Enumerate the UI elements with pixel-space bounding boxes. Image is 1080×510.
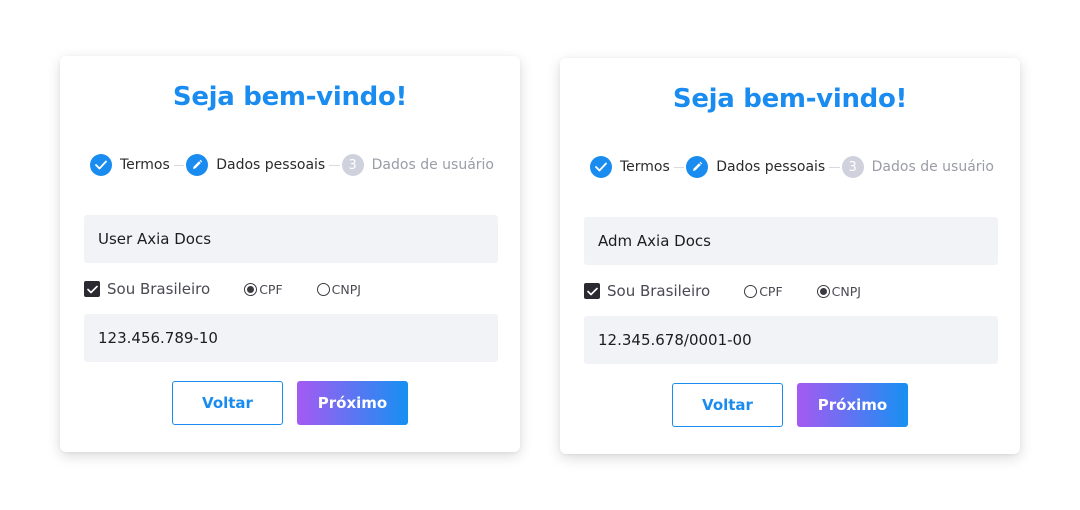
- step-connector: [329, 164, 340, 166]
- radio-button-selected[interactable]: [244, 282, 258, 296]
- radio-cnpj[interactable]: CNPJ: [316, 281, 361, 297]
- step-number: 3: [841, 156, 864, 178]
- button-row: Voltar Próximo: [560, 383, 1020, 427]
- step-termos: Termos: [90, 154, 170, 176]
- signup-card-1: Seja bem-vindo! Termos Dados pessoais 3 …: [60, 56, 520, 452]
- radio-button[interactable]: [316, 282, 330, 296]
- stepper: Termos Dados pessoais 3 Dados de usuário: [90, 153, 494, 177]
- step-number: 3: [341, 154, 364, 176]
- step-termos: Termos: [590, 156, 670, 178]
- back-button[interactable]: Voltar: [172, 381, 283, 425]
- radio-cpf[interactable]: CPF: [244, 281, 283, 297]
- step-label: Termos: [620, 159, 670, 175]
- step-label: Dados pessoais: [716, 159, 826, 175]
- radio-button-selected[interactable]: [816, 284, 830, 298]
- step-connector: [173, 164, 185, 166]
- check-icon: [90, 154, 112, 176]
- document-input[interactable]: 123.456.789-10: [84, 314, 498, 362]
- page-title: Seja bem-vindo!: [672, 84, 908, 114]
- next-button[interactable]: Próximo: [797, 383, 908, 427]
- brasileiro-checkbox[interactable]: [84, 281, 100, 297]
- document-input[interactable]: 12.345.678/0001-00: [584, 316, 998, 364]
- brasileiro-label: Sou Brasileiro: [107, 280, 211, 298]
- step-label: Dados de usuário: [371, 157, 494, 173]
- radio-cpf-label: CPF: [259, 281, 283, 297]
- signup-card-2: Seja bem-vindo! Termos Dados pessoais 3 …: [560, 58, 1020, 454]
- step-dados-pessoais: Dados pessoais: [186, 154, 325, 176]
- pencil-icon: [686, 156, 709, 178]
- step-dados-usuario: 3 Dados de usuário: [341, 154, 494, 176]
- radio-cnpj-label: CNPJ: [331, 281, 361, 297]
- pencil-icon: [186, 154, 209, 176]
- back-button[interactable]: Voltar: [672, 383, 783, 427]
- step-connector: [829, 166, 840, 168]
- button-row: Voltar Próximo: [60, 381, 520, 425]
- brasileiro-label: Sou Brasileiro: [607, 282, 711, 300]
- step-label: Dados de usuário: [871, 159, 994, 175]
- radio-cnpj-label: CNPJ: [831, 283, 861, 299]
- step-label: Dados pessoais: [216, 157, 326, 173]
- step-label: Termos: [120, 157, 170, 173]
- document-options: Sou Brasileiro CPF CNPJ: [84, 278, 498, 300]
- stepper: Termos Dados pessoais 3 Dados de usuário: [590, 155, 994, 179]
- name-input[interactable]: Adm Axia Docs: [584, 217, 998, 265]
- radio-cnpj[interactable]: CNPJ: [816, 283, 861, 299]
- radio-button[interactable]: [744, 284, 758, 298]
- brasileiro-checkbox[interactable]: [584, 283, 600, 299]
- name-input[interactable]: User Axia Docs: [84, 215, 498, 263]
- step-connector: [673, 166, 685, 168]
- step-dados-pessoais: Dados pessoais: [686, 156, 825, 178]
- radio-cpf[interactable]: CPF: [744, 283, 783, 299]
- next-button[interactable]: Próximo: [297, 381, 408, 425]
- check-icon: [590, 156, 612, 178]
- radio-cpf-label: CPF: [759, 283, 783, 299]
- step-dados-usuario: 3 Dados de usuário: [841, 156, 994, 178]
- page-title: Seja bem-vindo!: [172, 82, 408, 112]
- document-options: Sou Brasileiro CPF CNPJ: [584, 280, 998, 302]
